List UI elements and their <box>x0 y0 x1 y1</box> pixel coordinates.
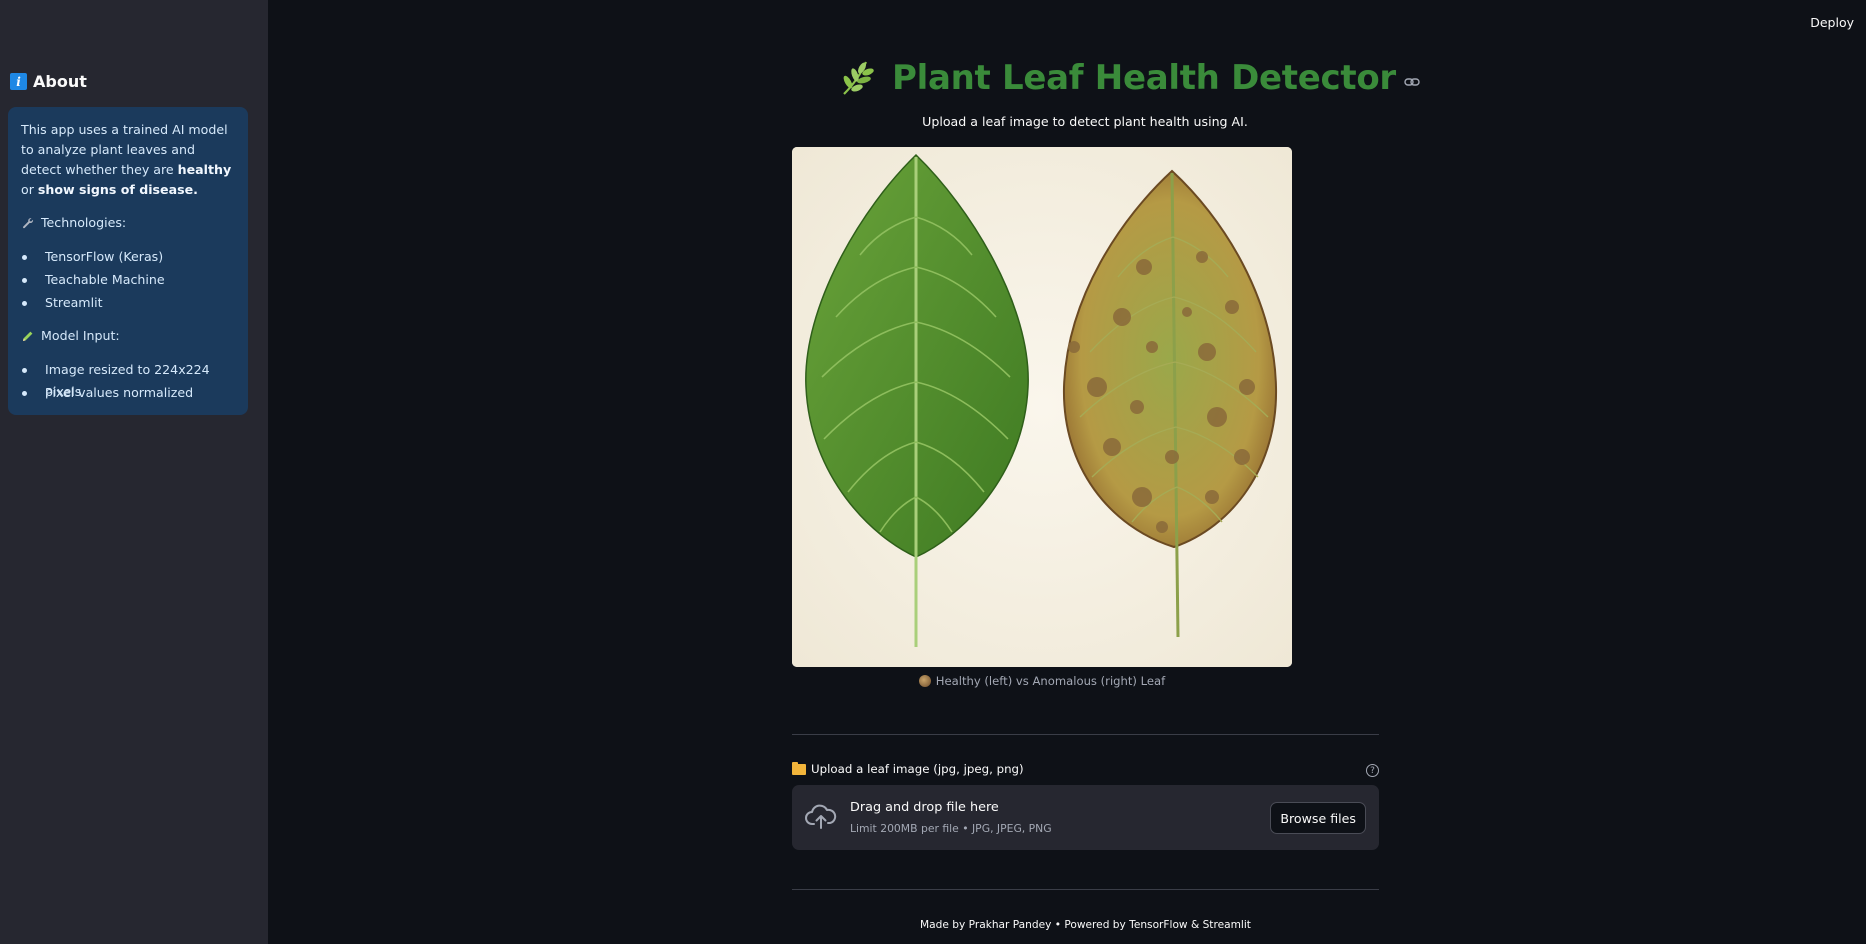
info-icon: i <box>10 73 27 90</box>
upload-label-text: Upload a leaf image (jpg, jpeg, png) <box>811 762 1024 776</box>
dropzone-title: Drag and drop file here <box>850 800 999 815</box>
link-icon[interactable] <box>1404 77 1420 87</box>
dropzone-limit: Limit 200MB per file • JPG, JPEG, PNG <box>850 822 1052 835</box>
model-input-heading-text: Model Input: <box>41 328 120 343</box>
sidebar-header: i About <box>10 72 87 91</box>
description-bold-disease: show signs of disease. <box>37 182 198 197</box>
page-title: Plant Leaf Health Detector <box>892 58 1396 98</box>
description-text-or: or <box>21 182 38 197</box>
cloud-upload-icon <box>805 804 837 829</box>
list-item: Streamlit <box>21 292 235 315</box>
list-item: TensorFlow (Keras) <box>21 246 235 269</box>
image-caption-text: Healthy (left) vs Anomalous (right) Leaf <box>935 674 1166 688</box>
wrench-icon <box>21 217 35 229</box>
technologies-heading: Technologies: <box>21 213 235 233</box>
leaf-emoji-icon <box>918 675 931 687</box>
divider <box>792 889 1379 890</box>
leaf-comparison-image <box>792 147 1292 667</box>
help-icon[interactable]: ? <box>1366 764 1379 777</box>
deploy-button[interactable]: Deploy <box>1810 15 1854 30</box>
sidebar: i About This app uses a trained AI model… <box>0 0 268 944</box>
about-info-box: This app uses a trained AI model to anal… <box>8 107 248 415</box>
sidebar-title: About <box>33 72 87 91</box>
about-description: This app uses a trained AI model to anal… <box>21 120 235 200</box>
technologies-heading-text: Technologies: <box>41 215 127 230</box>
herb-icon <box>843 61 874 95</box>
page-title-row: Plant Leaf Health Detector <box>838 53 1420 103</box>
browse-files-button[interactable]: Browse files <box>1270 802 1366 834</box>
description-bold-healthy: healthy <box>177 162 232 177</box>
upload-label: Upload a leaf image (jpg, jpeg, png) <box>792 761 1024 776</box>
image-caption: Healthy (left) vs Anomalous (right) Leaf <box>792 674 1292 688</box>
footer: Made by Prakhar Pandey • Powered by Tens… <box>920 919 1251 931</box>
page-subtitle: Upload a leaf image to detect plant heal… <box>922 114 1248 129</box>
model-input-list: Image resized to 224x224 pixels Pixel va… <box>21 359 235 405</box>
folder-icon <box>792 761 806 775</box>
list-item: Teachable Machine <box>21 269 235 292</box>
divider <box>792 734 1379 735</box>
model-input-heading: Model Input: <box>21 326 235 346</box>
file-dropzone[interactable]: Drag and drop file here Limit 200MB per … <box>792 785 1379 850</box>
list-item: Image resized to 224x224 pixels <box>21 359 235 399</box>
list-item: Pixel values normalized <box>21 382 235 405</box>
pencil-icon <box>21 330 35 342</box>
technologies-list: TensorFlow (Keras) Teachable Machine Str… <box>21 246 235 315</box>
